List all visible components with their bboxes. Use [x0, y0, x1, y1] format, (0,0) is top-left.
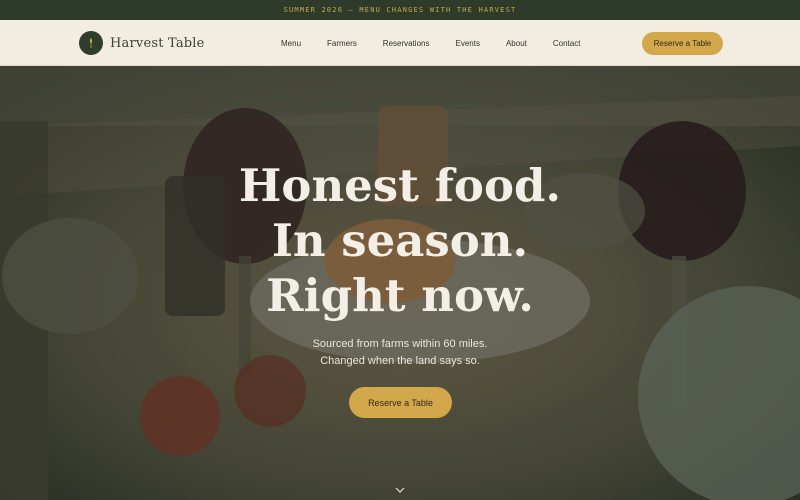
announcement-text: SUMMER 2026 — MENU CHANGES WITH THE HARV…: [283, 6, 517, 14]
nav-item-contact[interactable]: Contact: [553, 39, 581, 48]
reserve-table-hero-button[interactable]: Reserve a Table: [349, 387, 452, 418]
hero-headline-line-2: In season.: [271, 214, 529, 267]
brand-name: Harvest Table: [110, 35, 205, 51]
hero-subtext-line-2: Changed when the land says so.: [320, 355, 480, 367]
nav-item-farmers[interactable]: Farmers: [327, 39, 357, 48]
nav-item-menu[interactable]: Menu: [281, 39, 301, 48]
chevron-down-icon[interactable]: [395, 481, 405, 499]
wheat-icon: [79, 31, 103, 55]
nav-item-reservations[interactable]: Reservations: [383, 39, 430, 48]
announcement-bar: SUMMER 2026 — MENU CHANGES WITH THE HARV…: [0, 0, 800, 20]
hero-subtext: Sourced from farms within 60 miles. Chan…: [0, 336, 800, 370]
nav-item-events[interactable]: Events: [455, 39, 479, 48]
hero-subtext-line-1: Sourced from farms within 60 miles.: [312, 338, 488, 350]
brand-link[interactable]: Harvest Table: [79, 31, 205, 55]
reserve-table-nav-button[interactable]: Reserve a Table: [642, 32, 723, 55]
hero-headline-line-1: Honest food.: [238, 159, 562, 212]
nav-item-about[interactable]: About: [506, 39, 527, 48]
hero-headline-line-3: Right now.: [266, 269, 534, 322]
hero-section: Honest food. In season. Right now. Sourc…: [0, 66, 800, 500]
top-navigation: Harvest Table Menu Farmers Reservations …: [0, 20, 800, 66]
main-menu: Menu Farmers Reservations Events About C…: [281, 20, 606, 66]
hero-headline: Honest food. In season. Right now.: [0, 158, 800, 323]
